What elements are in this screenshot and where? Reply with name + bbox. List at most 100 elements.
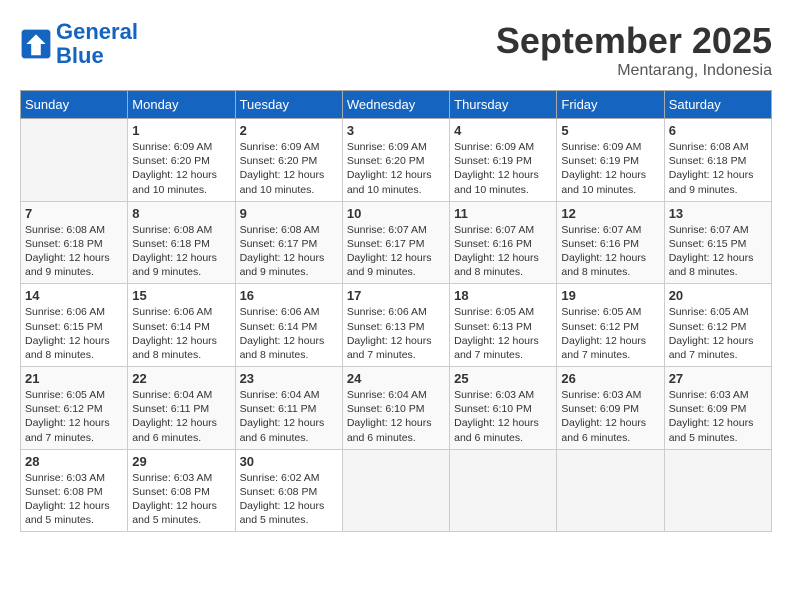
weekday-header-row: SundayMondayTuesdayWednesdayThursdayFrid… — [21, 91, 772, 119]
day-info: Sunrise: 6:08 AM Sunset: 6:17 PM Dayligh… — [240, 223, 338, 280]
calendar-cell: 26 Sunrise: 6:03 AM Sunset: 6:09 PM Dayli… — [557, 367, 664, 450]
calendar-cell: 8 Sunrise: 6:08 AM Sunset: 6:18 PM Daylig… — [128, 201, 235, 284]
day-number: 7 — [25, 206, 123, 221]
day-info: Sunrise: 6:06 AM Sunset: 6:13 PM Dayligh… — [347, 305, 445, 362]
day-number: 26 — [561, 371, 659, 386]
day-number: 29 — [132, 454, 230, 469]
calendar-week-row: 1 Sunrise: 6:09 AM Sunset: 6:20 PM Daylig… — [21, 119, 772, 202]
calendar-cell: 3Sunrise: 6:09 AM Sunset: 6:20 PM Daylig… — [342, 119, 449, 202]
logo-text: General Blue — [56, 20, 138, 68]
calendar-cell: 22 Sunrise: 6:04 AM Sunset: 6:11 PM Dayli… — [128, 367, 235, 450]
day-info: Sunrise: 6:09 AM Sunset: 6:19 PM Dayligh… — [561, 140, 659, 197]
logo-line2: Blue — [56, 43, 104, 68]
calendar-table: SundayMondayTuesdayWednesdayThursdayFrid… — [20, 90, 772, 532]
day-number: 13 — [669, 206, 767, 221]
calendar-cell: 17 Sunrise: 6:06 AM Sunset: 6:13 PM Dayli… — [342, 284, 449, 367]
day-info: Sunrise: 6:08 AM Sunset: 6:18 PM Dayligh… — [25, 223, 123, 280]
title-block: September 2025 Mentarang, Indonesia — [496, 20, 772, 80]
day-number: 19 — [561, 288, 659, 303]
calendar-week-row: 21Sunrise: 6:05 AM Sunset: 6:12 PM Dayli… — [21, 367, 772, 450]
day-info: Sunrise: 6:03 AM Sunset: 6:09 PM Dayligh… — [669, 388, 767, 445]
calendar-cell: 7 Sunrise: 6:08 AM Sunset: 6:18 PM Daylig… — [21, 201, 128, 284]
calendar-cell: 24Sunrise: 6:04 AM Sunset: 6:10 PM Dayli… — [342, 367, 449, 450]
calendar-week-row: 14 Sunrise: 6:06 AM Sunset: 6:15 PM Dayli… — [21, 284, 772, 367]
day-info: Sunrise: 6:07 AM Sunset: 6:17 PM Dayligh… — [347, 223, 445, 280]
calendar-cell: 21Sunrise: 6:05 AM Sunset: 6:12 PM Dayli… — [21, 367, 128, 450]
day-info: Sunrise: 6:06 AM Sunset: 6:15 PM Dayligh… — [25, 305, 123, 362]
calendar-cell: 10 Sunrise: 6:07 AM Sunset: 6:17 PM Dayli… — [342, 201, 449, 284]
logo-icon — [20, 28, 52, 60]
logo-line1: General — [56, 19, 138, 44]
calendar-cell: 13 Sunrise: 6:07 AM Sunset: 6:15 PM Dayli… — [664, 201, 771, 284]
calendar-cell: 30 Sunrise: 6:02 AM Sunset: 6:08 PM Dayli… — [235, 449, 342, 532]
day-number: 6 — [669, 123, 767, 138]
weekday-header-wednesday: Wednesday — [342, 91, 449, 119]
day-number: 2 — [240, 123, 338, 138]
calendar-cell: 2 Sunrise: 6:09 AM Sunset: 6:20 PM Daylig… — [235, 119, 342, 202]
day-number: 16 — [240, 288, 338, 303]
day-info: Sunrise: 6:03 AM Sunset: 6:10 PM Dayligh… — [454, 388, 552, 445]
day-info: Sunrise: 6:05 AM Sunset: 6:13 PM Dayligh… — [454, 305, 552, 362]
day-number: 1 — [132, 123, 230, 138]
day-info: Sunrise: 6:02 AM Sunset: 6:08 PM Dayligh… — [240, 471, 338, 528]
day-number: 25 — [454, 371, 552, 386]
day-info: Sunrise: 6:08 AM Sunset: 6:18 PM Dayligh… — [669, 140, 767, 197]
day-number: 8 — [132, 206, 230, 221]
calendar-cell — [21, 119, 128, 202]
day-number: 12 — [561, 206, 659, 221]
calendar-cell: 19Sunrise: 6:05 AM Sunset: 6:12 PM Dayli… — [557, 284, 664, 367]
day-number: 30 — [240, 454, 338, 469]
day-number: 22 — [132, 371, 230, 386]
day-number: 11 — [454, 206, 552, 221]
calendar-cell: 15 Sunrise: 6:06 AM Sunset: 6:14 PM Dayli… — [128, 284, 235, 367]
day-info: Sunrise: 6:04 AM Sunset: 6:11 PM Dayligh… — [132, 388, 230, 445]
calendar-cell — [557, 449, 664, 532]
weekday-header-sunday: Sunday — [21, 91, 128, 119]
calendar-cell — [450, 449, 557, 532]
calendar-week-row: 7 Sunrise: 6:08 AM Sunset: 6:18 PM Daylig… — [21, 201, 772, 284]
day-number: 5 — [561, 123, 659, 138]
calendar-cell: 16 Sunrise: 6:06 AM Sunset: 6:14 PM Dayli… — [235, 284, 342, 367]
month-title: September 2025 — [496, 20, 772, 62]
calendar-cell: 9 Sunrise: 6:08 AM Sunset: 6:17 PM Daylig… — [235, 201, 342, 284]
calendar-cell: 6 Sunrise: 6:08 AM Sunset: 6:18 PM Daylig… — [664, 119, 771, 202]
day-number: 14 — [25, 288, 123, 303]
day-number: 15 — [132, 288, 230, 303]
day-info: Sunrise: 6:09 AM Sunset: 6:20 PM Dayligh… — [240, 140, 338, 197]
day-number: 27 — [669, 371, 767, 386]
calendar-cell: 23Sunrise: 6:04 AM Sunset: 6:11 PM Dayli… — [235, 367, 342, 450]
day-number: 18 — [454, 288, 552, 303]
weekday-header-saturday: Saturday — [664, 91, 771, 119]
calendar-cell: 18 Sunrise: 6:05 AM Sunset: 6:13 PM Dayli… — [450, 284, 557, 367]
calendar-cell: 25 Sunrise: 6:03 AM Sunset: 6:10 PM Dayli… — [450, 367, 557, 450]
day-info: Sunrise: 6:03 AM Sunset: 6:09 PM Dayligh… — [561, 388, 659, 445]
day-number: 9 — [240, 206, 338, 221]
calendar-cell: 4Sunrise: 6:09 AM Sunset: 6:19 PM Daylig… — [450, 119, 557, 202]
weekday-header-thursday: Thursday — [450, 91, 557, 119]
day-info: Sunrise: 6:09 AM Sunset: 6:20 PM Dayligh… — [347, 140, 445, 197]
location: Mentarang, Indonesia — [496, 62, 772, 80]
day-info: Sunrise: 6:09 AM Sunset: 6:19 PM Dayligh… — [454, 140, 552, 197]
calendar-cell: 12Sunrise: 6:07 AM Sunset: 6:16 PM Dayli… — [557, 201, 664, 284]
day-info: Sunrise: 6:03 AM Sunset: 6:08 PM Dayligh… — [132, 471, 230, 528]
day-info: Sunrise: 6:07 AM Sunset: 6:15 PM Dayligh… — [669, 223, 767, 280]
weekday-header-monday: Monday — [128, 91, 235, 119]
day-info: Sunrise: 6:06 AM Sunset: 6:14 PM Dayligh… — [132, 305, 230, 362]
day-number: 28 — [25, 454, 123, 469]
calendar-cell — [664, 449, 771, 532]
day-number: 10 — [347, 206, 445, 221]
weekday-header-tuesday: Tuesday — [235, 91, 342, 119]
day-info: Sunrise: 6:07 AM Sunset: 6:16 PM Dayligh… — [454, 223, 552, 280]
day-info: Sunrise: 6:05 AM Sunset: 6:12 PM Dayligh… — [25, 388, 123, 445]
calendar-cell: 14 Sunrise: 6:06 AM Sunset: 6:15 PM Dayli… — [21, 284, 128, 367]
day-info: Sunrise: 6:05 AM Sunset: 6:12 PM Dayligh… — [669, 305, 767, 362]
calendar-week-row: 28 Sunrise: 6:03 AM Sunset: 6:08 PM Dayli… — [21, 449, 772, 532]
logo: General Blue — [20, 20, 138, 68]
day-info: Sunrise: 6:06 AM Sunset: 6:14 PM Dayligh… — [240, 305, 338, 362]
calendar-cell: 20Sunrise: 6:05 AM Sunset: 6:12 PM Dayli… — [664, 284, 771, 367]
day-info: Sunrise: 6:04 AM Sunset: 6:10 PM Dayligh… — [347, 388, 445, 445]
day-info: Sunrise: 6:08 AM Sunset: 6:18 PM Dayligh… — [132, 223, 230, 280]
day-number: 17 — [347, 288, 445, 303]
calendar-cell: 27 Sunrise: 6:03 AM Sunset: 6:09 PM Dayli… — [664, 367, 771, 450]
calendar-cell: 1Sunrise: 6:09 AM Sunset: 6:20 PM Daylig… — [128, 119, 235, 202]
